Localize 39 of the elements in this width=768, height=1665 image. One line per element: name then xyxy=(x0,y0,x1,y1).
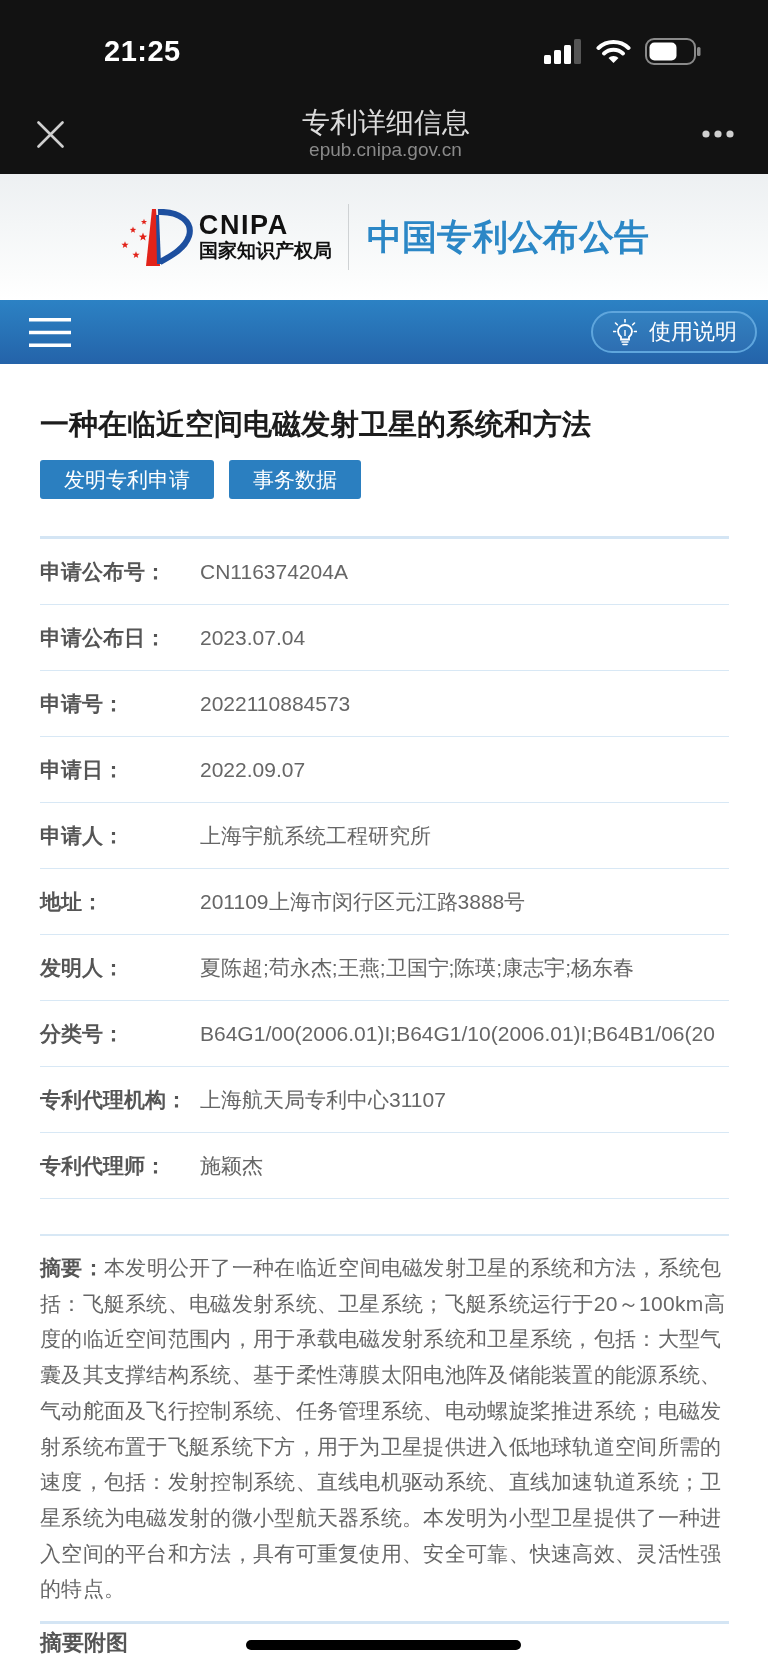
field-label: 地址： xyxy=(40,888,104,915)
field-value: 施颖杰 xyxy=(200,1152,263,1179)
battery-icon xyxy=(645,37,701,65)
field-label: 发明人： xyxy=(40,954,125,981)
field-label: 申请公布号： xyxy=(40,558,167,585)
help-button[interactable]: 使用说明 xyxy=(591,311,757,353)
lightbulb-icon xyxy=(613,318,637,346)
field-value: 2023.07.04 xyxy=(200,625,306,650)
field-label: 申请号： xyxy=(40,690,125,717)
field-label: 申请日： xyxy=(40,756,125,783)
section-heading: 摘要附图 xyxy=(40,1629,128,1658)
field-value: CN116374204A xyxy=(200,559,348,584)
logo-subtitle: 国家知识产权局 xyxy=(198,239,332,263)
field-label: 申请公布日： xyxy=(40,624,167,651)
field-value: 上海宇航系统工程研究所 xyxy=(200,822,431,849)
status-time: 21:25 xyxy=(104,34,181,69)
field-value: 2022.09.07 xyxy=(200,757,306,782)
field-label: 专利代理机构： xyxy=(40,1086,188,1113)
field-label: 申请人： xyxy=(40,822,125,849)
field-value: 201109上海市闵行区元江路3888号 xyxy=(200,888,526,915)
field-label: 专利代理师： xyxy=(40,1152,167,1179)
abstract-text: 摘要：本发明公开了一种在临近空间电磁发射卫星的系统和方法，系统包括：飞艇系统、电磁发射系统、卫星系统；飞艇系统运行于20～100km高度的临近空间范围内，用于承载电磁发射系统和卫星系统，包括：大型气囊及其支撑结构系统、基于柔性薄膜太阳电池阵及储能装置的能源系统、气动舵面及飞行控制系统、任务管理系统、电动螺旋桨推进系统；电磁发射系统布置于飞艇系统下方，用于为卫星提供进入低地球轨道空间所需的速度，包括：发射控制系统、直线电机驱动系统、直线加速轨道系统；卫星系统为电磁发射的微小型航天器系统。本发明为小型卫星提供了一种进入空间的平台和方法，具有可重复使用、安全可靠、快速高效、灵活性强的特点。 xyxy=(40,1255,726,1603)
nav-button[interactable]: 事务数据 xyxy=(229,460,361,499)
site-title: 中国专利公布公告 xyxy=(366,216,650,258)
menu-icon[interactable] xyxy=(29,317,71,347)
signal-icon xyxy=(544,38,582,64)
logo-text: CNIPA xyxy=(198,211,290,239)
close-icon[interactable] xyxy=(37,120,64,148)
wifi-icon xyxy=(596,39,631,63)
field-value: 上海航天局专利中心31107 xyxy=(200,1086,446,1113)
field-label: 分类号： xyxy=(40,1020,125,1047)
patent-title: 一种在临近空间电磁发射卫星的系统和方法 xyxy=(40,407,591,442)
field-value: 2022110884573 xyxy=(200,691,351,716)
page-url: epub.cnipa.gov.cn xyxy=(309,139,462,161)
field-value: B64G1/00(2006.01)I;B64G1/10(2006.01)I;B64B1/06(20 xyxy=(200,1021,715,1046)
nav-button[interactable]: 发明专利申请 xyxy=(40,460,214,499)
page-title: 专利详细信息 xyxy=(301,107,470,139)
more-icon[interactable] xyxy=(702,130,734,138)
field-value: 夏陈超;苟永杰;王燕;卫国宁;陈瑛;康志宇;杨东春 xyxy=(200,954,634,981)
